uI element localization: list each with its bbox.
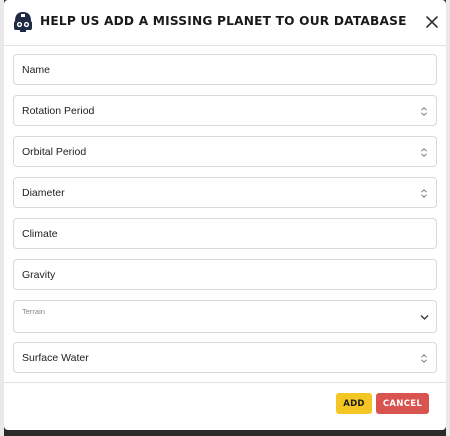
name-input[interactable]: Name xyxy=(13,54,437,85)
spinner-icon[interactable] xyxy=(420,353,428,364)
chevron-down-icon xyxy=(420,315,429,320)
droid-head-icon xyxy=(14,12,32,32)
diameter-placeholder: Diameter xyxy=(22,187,65,199)
rotation-period-input[interactable]: Rotation Period xyxy=(13,95,437,126)
climate-input[interactable]: Climate xyxy=(13,218,437,249)
spinner-icon[interactable] xyxy=(420,188,428,199)
gravity-placeholder: Gravity xyxy=(22,269,56,281)
background-right-strip xyxy=(446,0,450,436)
gravity-input[interactable]: Gravity xyxy=(13,259,437,290)
surface-water-placeholder: Surface Water xyxy=(22,352,89,364)
rotation-period-placeholder: Rotation Period xyxy=(22,105,95,117)
terrain-select[interactable]: Terrain xyxy=(13,300,437,333)
orbital-period-placeholder: Orbital Period xyxy=(22,146,87,158)
modal-footer: ADD CANCEL xyxy=(4,382,446,430)
terrain-label: Terrain xyxy=(22,307,45,316)
spinner-icon[interactable] xyxy=(420,106,428,117)
modal-header: HELP US ADD A MISSING PLANET TO OUR DATA… xyxy=(4,0,446,46)
diameter-input[interactable]: Diameter xyxy=(13,177,437,208)
surface-water-input[interactable]: Surface Water xyxy=(13,342,437,373)
orbital-period-input[interactable]: Orbital Period xyxy=(13,136,437,167)
modal-title: HELP US ADD A MISSING PLANET TO OUR DATA… xyxy=(40,13,407,29)
add-planet-modal: HELP US ADD A MISSING PLANET TO OUR DATA… xyxy=(4,0,446,430)
close-icon[interactable] xyxy=(424,14,440,30)
spinner-icon[interactable] xyxy=(420,147,428,158)
add-button[interactable]: ADD xyxy=(336,393,372,414)
cancel-button[interactable]: CANCEL xyxy=(376,393,429,414)
climate-placeholder: Climate xyxy=(22,228,58,240)
name-placeholder: Name xyxy=(22,64,51,76)
